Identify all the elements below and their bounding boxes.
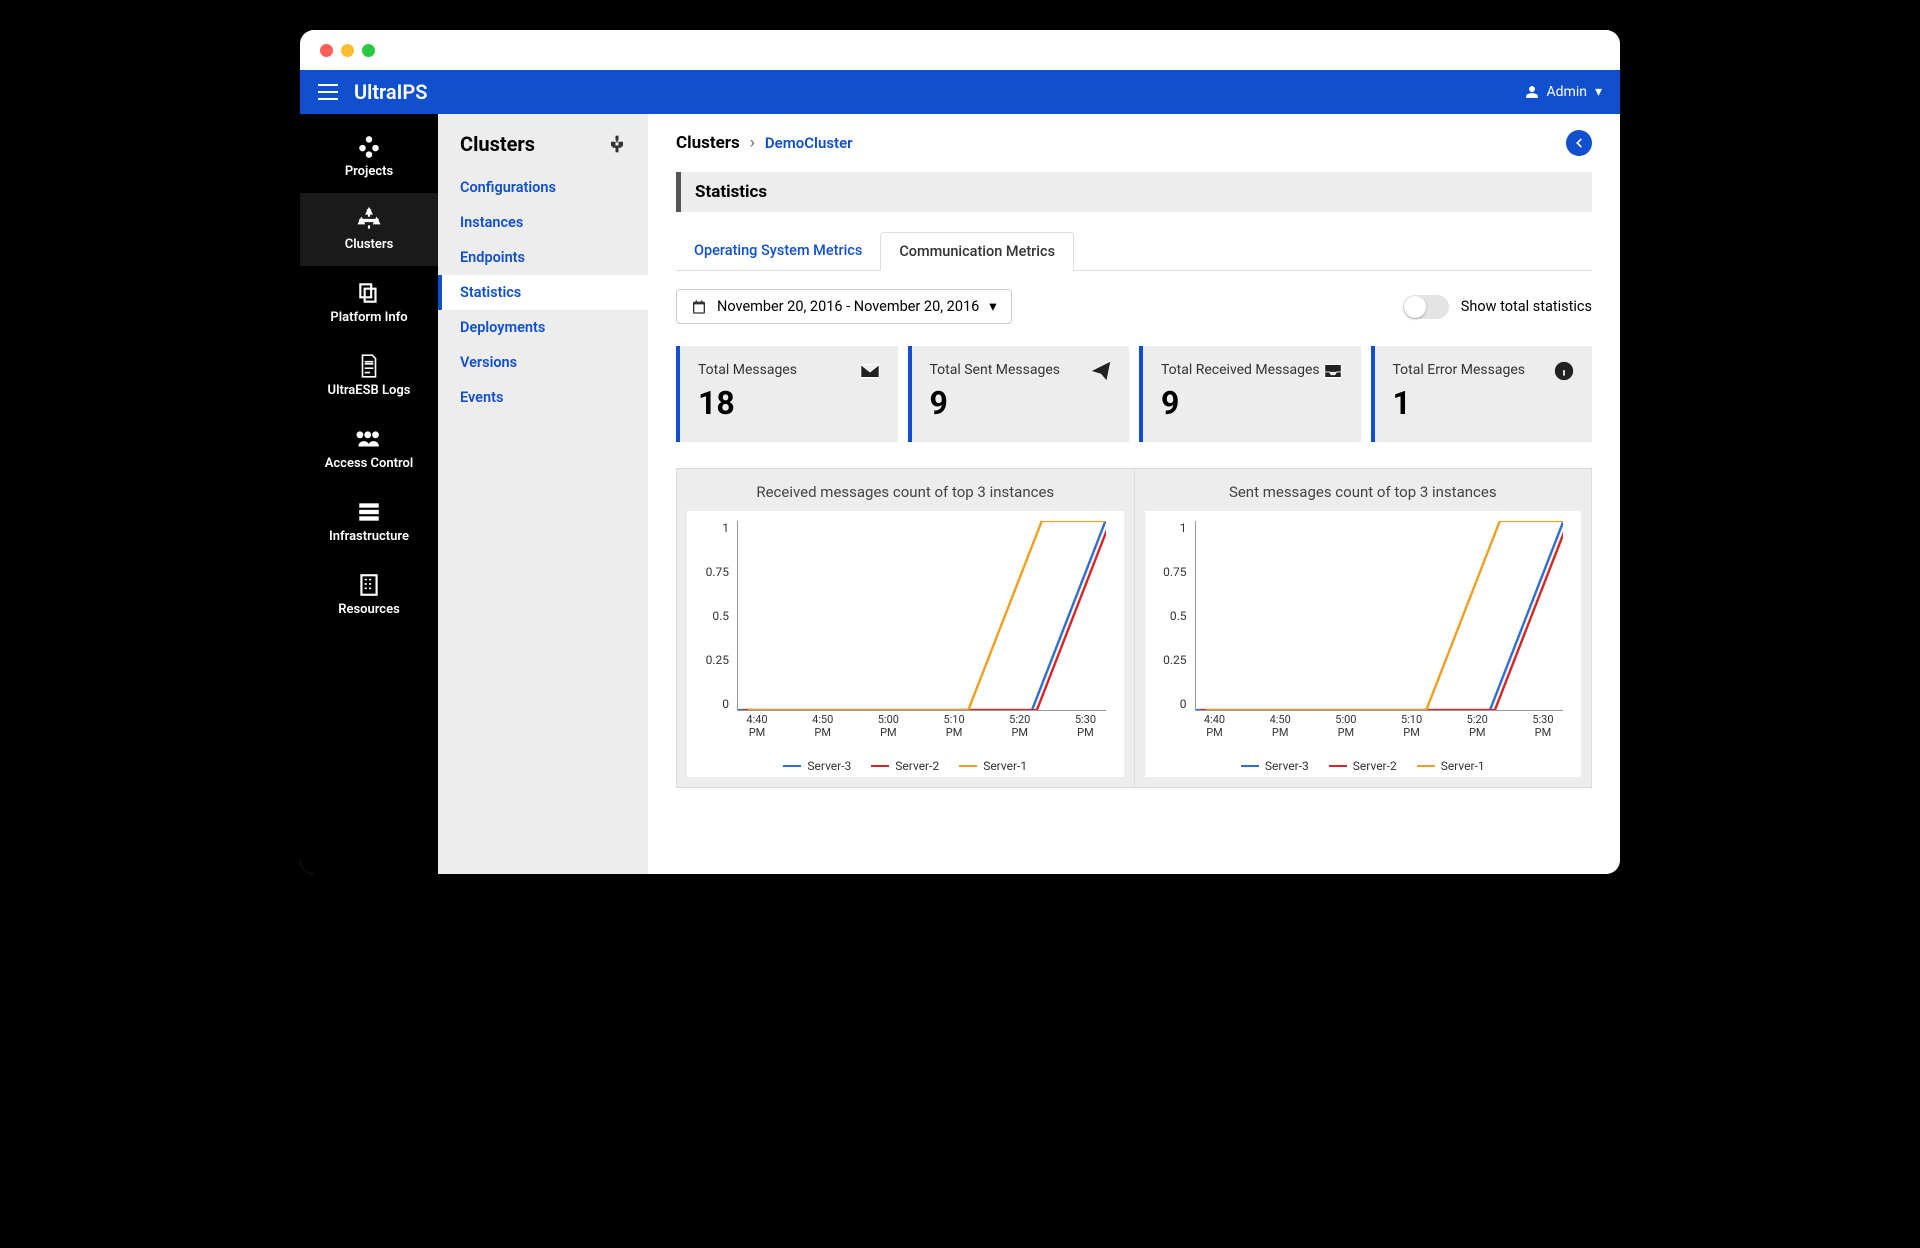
close-window-dot[interactable] <box>320 44 333 57</box>
infrastructure-icon <box>356 499 382 525</box>
platform-info-icon <box>356 280 382 306</box>
nav-label: UltraESB Logs <box>306 383 432 398</box>
subnav-instances[interactable]: Instances <box>438 205 648 240</box>
stats-row: Total Messages18Total Sent Messages9Tota… <box>676 346 1592 442</box>
nav-label: Infrastructure <box>306 529 432 544</box>
nav-infrastructure[interactable]: Infrastructure <box>300 485 438 558</box>
chart-title: Sent messages count of top 3 instances <box>1145 483 1582 501</box>
legend: Server-3Server-2Server-1 <box>687 751 1124 777</box>
access-control-icon <box>356 426 382 452</box>
x-axis: 4:40PM4:50PM5:00PM5:10PM5:20PM5:30PM <box>1195 713 1564 751</box>
chevron-down-icon: ▾ <box>989 298 996 315</box>
stat-card-2: Total Received Messages 9 <box>1139 346 1361 442</box>
stat-label: Total Received Messages <box>1161 362 1343 378</box>
date-range-text: November 20, 2016 - November 20, 2016 <box>717 298 979 315</box>
stat-value: 9 <box>1161 384 1343 422</box>
nav-projects[interactable]: Projects <box>300 120 438 193</box>
section-title: Statistics <box>676 172 1592 212</box>
chart-title: Received messages count of top 3 instanc… <box>687 483 1124 501</box>
sub-nav: Clusters ConfigurationsInstancesEndpoint… <box>438 114 648 874</box>
brand: UltraIPS <box>354 80 427 104</box>
stat-value: 9 <box>930 384 1112 422</box>
user-icon <box>1525 85 1539 99</box>
clusters-icon <box>356 207 382 233</box>
date-range-picker[interactable]: November 20, 2016 - November 20, 2016 ▾ <box>676 289 1012 324</box>
chevron-left-icon <box>1572 136 1586 150</box>
back-button[interactable] <box>1566 130 1592 156</box>
y-axis: 10.750.50.250 <box>687 521 735 711</box>
subnav-configurations[interactable]: Configurations <box>438 170 648 205</box>
subnav-versions[interactable]: Versions <box>438 345 648 380</box>
subnav-endpoints[interactable]: Endpoints <box>438 240 648 275</box>
nav-label: Access Control <box>306 456 432 471</box>
mac-titlebar <box>300 30 1620 70</box>
calendar-icon <box>691 299 707 315</box>
chart-panel-1: Sent messages count of top 3 instances 10… <box>1135 469 1592 787</box>
cluster-tree-icon <box>608 135 626 153</box>
nav-label: Resources <box>306 602 432 617</box>
tab-communication-metrics[interactable]: Communication Metrics <box>880 232 1074 271</box>
minimize-window-dot[interactable] <box>341 44 354 57</box>
stat-value: 18 <box>698 384 880 422</box>
x-axis: 4:40PM4:50PM5:00PM5:10PM5:20PM5:30PM <box>737 713 1106 751</box>
nav-platform-info[interactable]: Platform Info <box>300 266 438 339</box>
stat-card-0: Total Messages 18 <box>676 346 898 442</box>
stat-value: 1 <box>1393 384 1575 422</box>
chart-body: 10.750.50.2504:40PM4:50PM5:00PM5:10PM5:2… <box>1145 511 1582 751</box>
breadcrumb-separator: › <box>750 133 755 153</box>
info-icon <box>1552 360 1576 382</box>
chart-body: 10.750.50.2504:40PM4:50PM5:00PM5:10PM5:2… <box>687 511 1124 751</box>
main-content: Clusters › DemoCluster Statistics Operat… <box>648 114 1620 874</box>
envelope-icon <box>858 360 882 382</box>
plot-area <box>1195 521 1564 711</box>
show-total-toggle[interactable] <box>1403 295 1449 319</box>
tabs: Operating System MetricsCommunication Me… <box>676 232 1592 271</box>
nav-label: Platform Info <box>306 310 432 325</box>
paper-plane-icon <box>1089 360 1113 382</box>
maximize-window-dot[interactable] <box>362 44 375 57</box>
breadcrumb: Clusters › DemoCluster <box>676 133 853 153</box>
subnav-events[interactable]: Events <box>438 380 648 415</box>
menu-icon[interactable] <box>318 84 338 100</box>
legend: Server-3Server-2Server-1 <box>1145 751 1582 777</box>
subnav-title: Clusters <box>460 132 535 156</box>
toggle-label: Show total statistics <box>1461 298 1592 315</box>
ultraesb-logs-icon <box>356 353 382 379</box>
breadcrumb-root[interactable]: Clusters <box>676 133 740 153</box>
subnav-deployments[interactable]: Deployments <box>438 310 648 345</box>
subnav-statistics[interactable]: Statistics <box>438 275 648 310</box>
charts-row: Received messages count of top 3 instanc… <box>676 468 1592 788</box>
tab-operating-system-metrics[interactable]: Operating System Metrics <box>676 232 880 270</box>
user-menu[interactable]: Admin ▾ <box>1525 84 1602 100</box>
projects-icon <box>356 134 382 160</box>
app-window: UltraIPS Admin ▾ Projects Clusters Platfor… <box>300 30 1620 874</box>
nav-resources[interactable]: Resources <box>300 558 438 631</box>
stat-card-1: Total Sent Messages 9 <box>908 346 1130 442</box>
user-name: Admin <box>1547 84 1587 100</box>
breadcrumb-leaf[interactable]: DemoCluster <box>765 134 853 152</box>
nav-label: Projects <box>306 164 432 179</box>
inbox-icon <box>1321 360 1345 382</box>
y-axis: 10.750.50.250 <box>1145 521 1193 711</box>
chevron-down-icon: ▾ <box>1595 84 1602 100</box>
stat-label: Total Sent Messages <box>930 362 1112 378</box>
stat-label: Total Messages <box>698 362 880 378</box>
left-nav: Projects Clusters Platform Info UltraESB Lo… <box>300 114 438 874</box>
nav-label: Clusters <box>306 237 432 252</box>
topbar: UltraIPS Admin ▾ <box>300 70 1620 114</box>
resources-icon <box>356 572 382 598</box>
nav-access-control[interactable]: Access Control <box>300 412 438 485</box>
nav-clusters[interactable]: Clusters <box>300 193 438 266</box>
nav-ultraesb-logs[interactable]: UltraESB Logs <box>300 339 438 412</box>
plot-area <box>737 521 1106 711</box>
chart-panel-0: Received messages count of top 3 instanc… <box>677 469 1135 787</box>
stat-card-3: Total Error Messages 1 <box>1371 346 1593 442</box>
stat-label: Total Error Messages <box>1393 362 1575 378</box>
